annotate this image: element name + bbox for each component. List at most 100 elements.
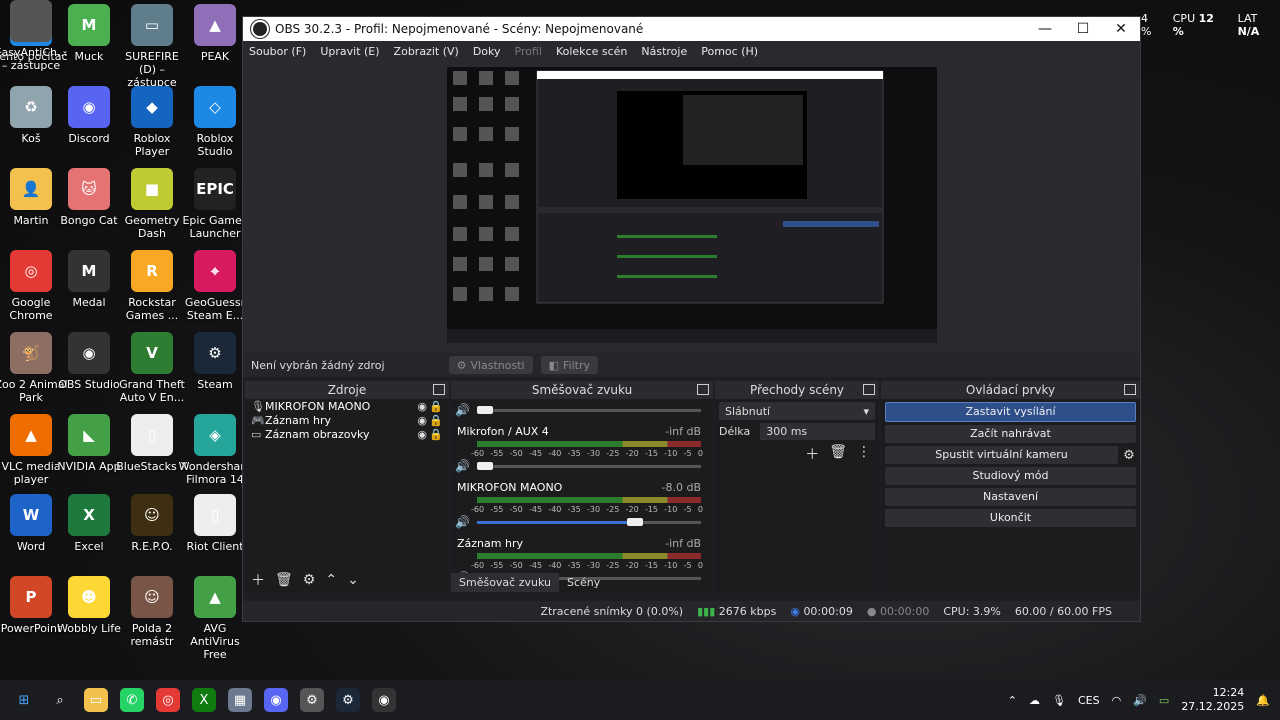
undock-icon[interactable] xyxy=(697,384,709,395)
xbox-icon[interactable]: X xyxy=(192,688,216,712)
eye-icon[interactable]: ◉ xyxy=(417,414,427,427)
chevron-down-icon[interactable]: ⌄ xyxy=(347,572,359,588)
menu-edit[interactable]: Upravit (E) xyxy=(320,45,379,58)
source-item[interactable]: 🎮 Záznam hry ◉ 🔒 xyxy=(245,413,449,427)
tick-label: -25 xyxy=(606,449,620,458)
tick-label: -10 xyxy=(664,449,678,458)
tab-mixer[interactable]: Směšovač zvuku xyxy=(451,573,559,592)
desktop-icon[interactable]: ▯ Riot Client xyxy=(178,494,252,553)
studio-mode-button[interactable]: Studiový mód xyxy=(885,467,1136,485)
meter-ticks: -60 -55 -50 -45 -40 -35 -30 -25 -20 -15 -10 -5 0 xyxy=(471,505,703,514)
app-icon: ☺ xyxy=(131,494,173,536)
volume-fader[interactable] xyxy=(477,518,701,526)
performance-overlay: 4 % CPU 12 % LAT N/A xyxy=(1141,12,1280,38)
folder-icon[interactable]: ▭ xyxy=(84,688,108,712)
tick-label: -35 xyxy=(567,561,581,570)
desktop-icon[interactable]: ▲ AVG AntiVirus Free xyxy=(178,576,252,661)
menu-profile[interactable]: Profil xyxy=(515,45,542,58)
whatsapp-icon[interactable]: ✆ xyxy=(120,688,144,712)
duration-input[interactable]: 300 ms xyxy=(760,423,875,440)
transition-select[interactable]: Slábnutí ▾ xyxy=(719,402,875,420)
minimize-button[interactable]: — xyxy=(1026,17,1064,41)
settings-button[interactable]: Nastavení xyxy=(885,488,1136,506)
obs-window[interactable]: OBS 30.2.3 - Profil: Nepojmenované - Scé… xyxy=(242,16,1141,622)
menu-help[interactable]: Pomoc (H) xyxy=(701,45,758,58)
tick-label: 0 xyxy=(697,561,703,570)
menu-view[interactable]: Zobrazit (V) xyxy=(394,45,459,58)
desktop-icon[interactable]: ◈ Wondershare Filmora 14 xyxy=(178,414,252,486)
start-recording-button[interactable]: Začít nahrávat xyxy=(885,425,1136,443)
language-indicator[interactable]: CES xyxy=(1078,694,1100,707)
desktop-icon[interactable]: EPIC Epic Games Launcher xyxy=(178,168,252,240)
start-icon[interactable]: ⊞ xyxy=(12,688,36,712)
trash-icon[interactable]: 🗑 xyxy=(275,572,293,588)
exit-button[interactable]: Ukončit xyxy=(885,509,1136,527)
chevron-up-icon[interactable]: ⌃ xyxy=(325,572,337,588)
mixer-channel: MIKROFON MAONO -8.0 dB -60 -55 -50 -45 -40 -35-… xyxy=(451,479,713,535)
app-icon: ☺ xyxy=(131,576,173,618)
discord-icon[interactable]: ◉ xyxy=(264,688,288,712)
photos-icon[interactable]: ▦ xyxy=(228,688,252,712)
preview-canvas[interactable] xyxy=(447,67,937,343)
mixer-channels: Mikrofon / AUX 4 -inf dB -60 -55 -50 -45 -40 -3… xyxy=(451,423,713,591)
steam-icon[interactable]: ⚙ xyxy=(336,688,360,712)
cloud-icon[interactable]: ☁ xyxy=(1029,694,1040,707)
menu-scene-collection[interactable]: Kolekce scén xyxy=(556,45,627,58)
filters-button[interactable]: ◧ Filtry xyxy=(540,356,598,374)
desktop-icon[interactable]: ⚙ Steam xyxy=(178,332,252,391)
trash-icon[interactable]: 🗑 xyxy=(829,444,847,464)
meter-ticks: -60 -55 -50 -45 -40 -35 -30 -25 -20 -15 -10 -5 0 xyxy=(471,449,703,458)
menu-tools[interactable]: Nástroje xyxy=(641,45,687,58)
chevron-up-icon[interactable]: ⌃ xyxy=(1008,694,1017,707)
undock-icon[interactable] xyxy=(1124,384,1136,395)
speaker-icon[interactable]: 🔊 xyxy=(455,459,470,473)
source-item[interactable]: ▭ Záznam obrazovky ◉ 🔒 xyxy=(245,427,449,441)
eye-icon[interactable]: ◉ xyxy=(417,400,427,413)
undock-icon[interactable] xyxy=(433,384,445,395)
volume-fader[interactable] xyxy=(477,462,701,470)
lock-icon[interactable]: 🔒 xyxy=(429,414,443,427)
source-item[interactable]: 🎙 MIKROFON MAONO ◉ 🔒 xyxy=(245,399,449,413)
tab-scenes[interactable]: Scény xyxy=(559,573,608,592)
maximize-button[interactable]: ☐ xyxy=(1064,17,1102,41)
close-button[interactable]: ✕ xyxy=(1102,17,1140,41)
chrome-icon[interactable]: ◎ xyxy=(156,688,180,712)
search-icon[interactable]: ⌕ xyxy=(48,688,72,712)
gear-icon[interactable]: ⚙ xyxy=(1118,448,1140,463)
volume-icon[interactable]: 🔊 xyxy=(1133,694,1147,707)
speaker-icon[interactable]: 🔊 xyxy=(455,403,470,417)
eye-icon[interactable]: ◉ xyxy=(417,428,427,441)
volume-fader[interactable] xyxy=(477,406,701,414)
desktop-icon[interactable]: ▲ PEAK xyxy=(178,4,252,63)
microphone-icon[interactable]: 🎙 xyxy=(1052,694,1066,707)
speaker-icon[interactable]: 🔊 xyxy=(455,515,470,529)
desktop-icon[interactable]: ◇ Roblox Studio xyxy=(178,86,252,158)
obs-icon[interactable]: ◉ xyxy=(372,688,396,712)
tick-label: -30 xyxy=(586,561,601,570)
menu-file[interactable]: Soubor (F) xyxy=(249,45,306,58)
undock-icon[interactable] xyxy=(863,384,875,395)
more-icon[interactable]: ⋮ xyxy=(857,444,871,464)
properties-button[interactable]: ⚙ Vlastnosti xyxy=(448,356,533,374)
add-icon[interactable]: ＋ xyxy=(251,570,265,590)
gear-icon[interactable]: ⚙ xyxy=(303,572,316,588)
stop-streaming-button[interactable]: Zastavit vysílání xyxy=(885,402,1136,422)
fader-knob[interactable] xyxy=(627,518,643,526)
menu-docks[interactable]: Doky xyxy=(473,45,501,58)
settings-icon[interactable]: ⚙ xyxy=(300,688,324,712)
lock-icon[interactable]: 🔒 xyxy=(429,428,443,441)
clock[interactable]: 12:24 27.12.2025 xyxy=(1181,686,1244,714)
desktop-icon-label: Riot Client xyxy=(186,540,244,553)
wifi-icon[interactable]: ◠ xyxy=(1112,694,1122,707)
start-virtual-camera-button[interactable]: Spustit virtuální kameru xyxy=(885,446,1118,464)
add-icon[interactable]: ＋ xyxy=(805,444,819,464)
desktop-icon[interactable]: EasyAntiCh... – zástupce xyxy=(0,0,68,72)
battery-icon[interactable]: ▭ xyxy=(1159,694,1169,707)
lock-icon[interactable]: 🔒 xyxy=(429,400,443,413)
fader-knob[interactable] xyxy=(477,462,493,470)
desktop-icon[interactable]: ⌖ GeoGuessr Steam E... xyxy=(178,250,252,322)
notification-icon[interactable]: 🔔 xyxy=(1256,694,1270,707)
tick-label: -5 xyxy=(683,561,692,570)
dropped-frames: Ztracené snímky 0 (0.0%) xyxy=(540,604,684,618)
title-bar[interactable]: OBS 30.2.3 - Profil: Nepojmenované - Scé… xyxy=(243,17,1140,41)
